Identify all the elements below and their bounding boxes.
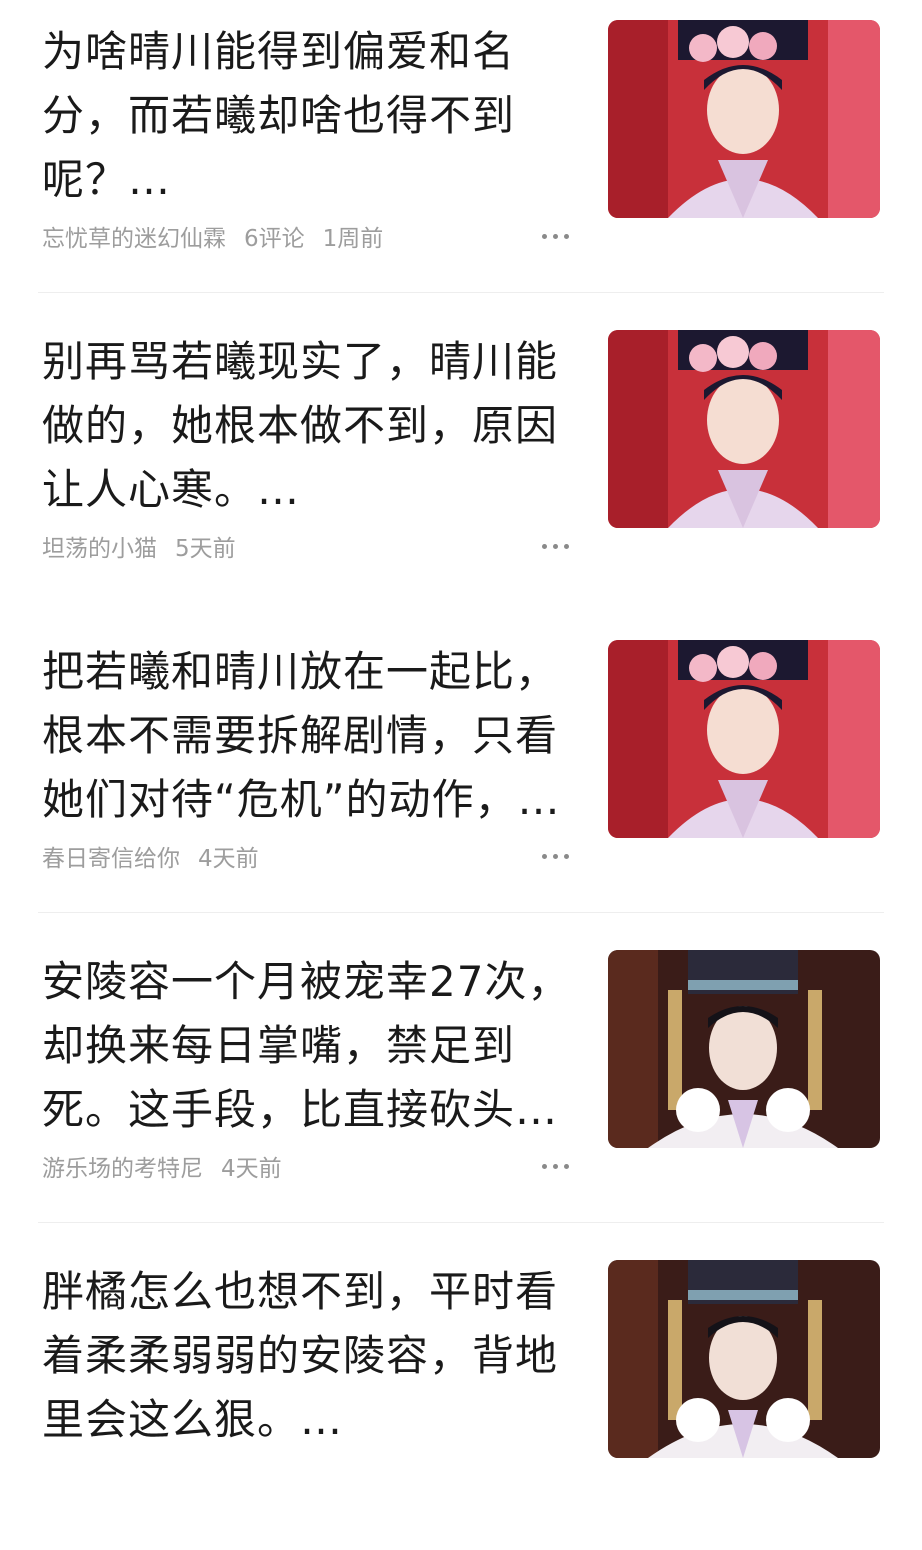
article-item[interactable]: 胖橘怎么也想不到，平时看着柔柔弱弱的安陵容，背地里会这么狠。… [0, 1240, 922, 1550]
more-options-icon[interactable] [530, 840, 580, 872]
article-feed: 为啥晴川能得到偏爱和名分，而若曦却啥也得不到呢？… 忘忧草的迷幻仙霖 6评论 1… [0, 0, 922, 1467]
divider [38, 1222, 884, 1223]
article-meta: 坦荡的小猫 5天前 [42, 530, 254, 562]
more-options-icon[interactable] [530, 220, 580, 252]
more-options-icon[interactable] [530, 530, 580, 562]
divider [38, 292, 884, 293]
portrait-illustration [608, 1260, 880, 1458]
article-time: 4天前 [198, 846, 259, 872]
article-time: 1周前 [322, 226, 384, 252]
article-title[interactable]: 把若曦和晴川放在一起比，根本不需要拆解剧情，只看她们对待“危机”的动作，… [42, 640, 582, 832]
thumbnail-image[interactable] [608, 330, 880, 528]
portrait-illustration [608, 640, 880, 838]
portrait-illustration [608, 330, 880, 528]
thumbnail-image[interactable] [608, 1260, 880, 1458]
divider [38, 912, 884, 913]
article-title[interactable]: 安陵容一个月被宠幸27次，却换来每日掌嘴，禁足到死。这手段，比直接砍头还毒… [42, 950, 582, 1142]
thumbnail-image[interactable] [608, 640, 880, 838]
article-comment-count: 6评论 [244, 226, 305, 252]
article-title[interactable]: 胖橘怎么也想不到，平时看着柔柔弱弱的安陵容，背地里会这么狠。… [42, 1260, 582, 1452]
thumbnail-image[interactable] [608, 20, 880, 218]
article-author[interactable]: 春日寄信给你 [42, 839, 180, 873]
article-item[interactable]: 为啥晴川能得到偏爱和名分，而若曦却啥也得不到呢？… 忘忧草的迷幻仙霖 6评论 1… [0, 0, 922, 310]
article-title[interactable]: 为啥晴川能得到偏爱和名分，而若曦却啥也得不到呢？… [42, 20, 582, 212]
article-meta: 春日寄信给你 4天前 [42, 840, 277, 872]
article-title[interactable]: 别再骂若曦现实了，晴川能做的，她根本做不到，原因让人心寒。… [42, 330, 582, 522]
article-meta: 游乐场的考特尼 4天前 [42, 1150, 300, 1182]
article-time: 4天前 [221, 1156, 282, 1182]
article-item[interactable]: 把若曦和晴川放在一起比，根本不需要拆解剧情，只看她们对待“危机”的动作，… 春日… [0, 620, 922, 930]
article-item[interactable]: 安陵容一个月被宠幸27次，却换来每日掌嘴，禁足到死。这手段，比直接砍头还毒… 游… [0, 930, 922, 1240]
article-author[interactable]: 坦荡的小猫 [42, 529, 157, 563]
article-author[interactable]: 忘忧草的迷幻仙霖 [42, 219, 226, 253]
more-options-icon[interactable] [530, 1150, 580, 1182]
article-author[interactable]: 游乐场的考特尼 [42, 1149, 203, 1183]
article-meta: 忘忧草的迷幻仙霖 6评论 1周前 [42, 220, 401, 252]
portrait-illustration [608, 20, 880, 218]
article-time: 5天前 [175, 536, 236, 562]
thumbnail-image[interactable] [608, 950, 880, 1148]
article-item[interactable]: 别再骂若曦现实了，晴川能做的，她根本做不到，原因让人心寒。… 坦荡的小猫 5天前 [0, 310, 922, 620]
portrait-illustration [608, 950, 880, 1148]
